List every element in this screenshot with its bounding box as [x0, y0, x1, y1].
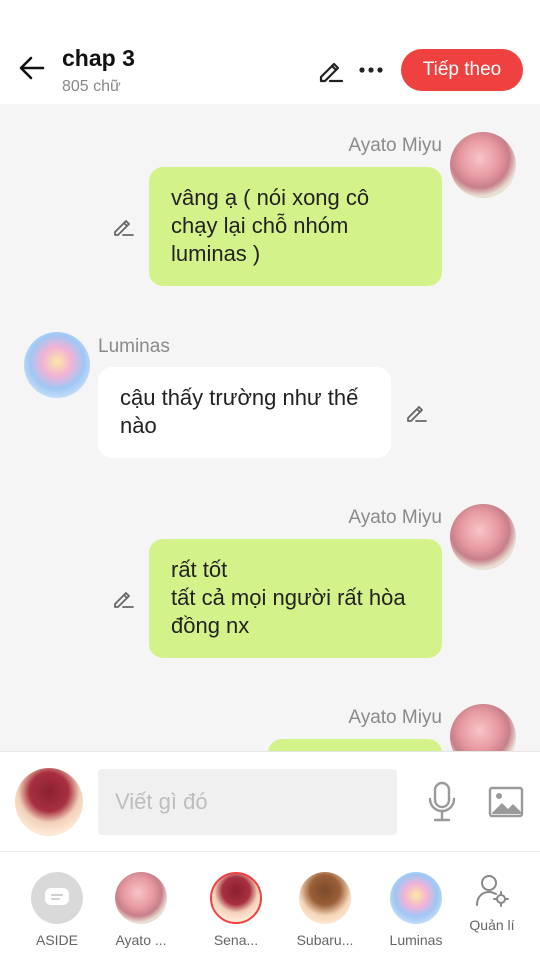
edit-button[interactable]: [314, 54, 346, 86]
next-chapter-button[interactable]: Tiếp theo: [401, 49, 523, 91]
word-count: 805 chữ: [62, 78, 121, 95]
avatar: [210, 872, 262, 924]
current-character-avatar[interactable]: [15, 768, 83, 836]
insert-image-button[interactable]: [486, 782, 526, 822]
character-label: Subaru...: [296, 932, 354, 948]
message-bubble[interactable]: [268, 739, 442, 751]
character-sena[interactable]: Sena...: [200, 872, 272, 948]
image-icon: [488, 786, 524, 818]
character-label: Luminas: [389, 932, 443, 948]
edit-message-button[interactable]: [402, 398, 430, 426]
avatar: [115, 872, 167, 924]
character-aside[interactable]: ASIDE: [21, 872, 93, 948]
message-bubble[interactable]: vâng ạ ( nói xong cô chạy lại chỗ nhóm l…: [149, 167, 442, 286]
avatar: [390, 872, 442, 924]
voice-input-button[interactable]: [423, 780, 461, 824]
character-label: Sena...: [213, 932, 259, 948]
character-subaru[interactable]: Subaru...: [289, 872, 361, 948]
message-bubble[interactable]: rất tốt tất cả mọi người rất hòa đồng nx: [149, 539, 442, 658]
speaker-name: Ayato Miyu: [348, 707, 442, 728]
chat-area[interactable]: Ayato Miyu vâng ạ ( nói xong cô chạy lại…: [0, 104, 540, 751]
back-button[interactable]: [14, 50, 50, 86]
character-bar: ASIDE Ayato ... Sena... Subaru... Lumina…: [0, 851, 540, 960]
pencil-icon: [319, 62, 344, 83]
chat-bubble-icon: [45, 888, 69, 905]
speaker-name: Luminas: [98, 336, 170, 357]
top-bar: chap 3 805 chữ Tiếp theo: [0, 0, 540, 104]
edit-message-button[interactable]: [109, 212, 137, 240]
avatar: [299, 872, 351, 924]
avatar[interactable]: [24, 332, 90, 398]
character-label: Ayato ...: [115, 932, 167, 948]
manage-characters-button[interactable]: Quản lí: [456, 872, 528, 933]
character-label: Quản lí: [469, 917, 515, 933]
message-input[interactable]: [98, 769, 397, 835]
speaker-name: Ayato Miyu: [348, 507, 442, 528]
avatar[interactable]: [450, 704, 516, 751]
message-bubble[interactable]: cậu thấy trường như thế nào: [98, 367, 391, 458]
aside-avatar: [31, 872, 83, 924]
more-horizontal-icon: [359, 67, 383, 73]
pencil-icon: [407, 406, 427, 422]
edit-message-button[interactable]: [109, 584, 137, 612]
microphone-icon: [428, 781, 456, 822]
avatar[interactable]: [450, 504, 516, 570]
pencil-icon: [114, 220, 134, 236]
user-settings-icon: [476, 875, 509, 907]
speaker-name: Ayato Miyu: [348, 135, 442, 156]
avatar[interactable]: [450, 132, 516, 198]
more-options-button[interactable]: [354, 54, 388, 86]
arrow-left-icon: [19, 56, 45, 80]
character-label: ASIDE: [35, 932, 78, 948]
pencil-icon: [114, 592, 134, 608]
message-input-bar: [0, 751, 540, 851]
character-ayato[interactable]: Ayato ...: [105, 872, 177, 948]
page-title: chap 3: [62, 45, 135, 71]
character-luminas[interactable]: Luminas: [380, 872, 452, 948]
